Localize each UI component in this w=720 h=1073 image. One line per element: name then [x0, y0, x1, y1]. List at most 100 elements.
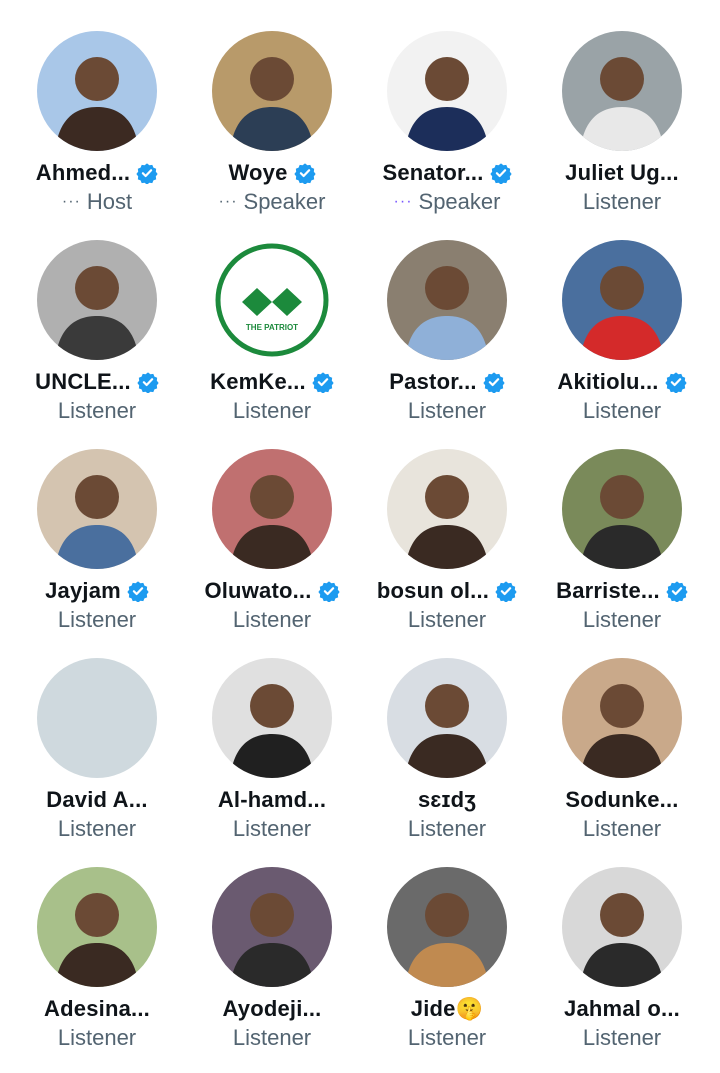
avatar[interactable]	[387, 449, 507, 569]
display-name: bosun ol...	[376, 578, 490, 603]
avatar[interactable]	[387, 658, 507, 778]
participant-role: Host	[86, 189, 133, 214]
avatar[interactable]	[37, 31, 157, 151]
name-row: Oluwato...	[204, 575, 340, 607]
avatar[interactable]	[562, 31, 682, 151]
name-row: Jide🤫	[411, 993, 483, 1025]
participant-role: Listener	[57, 398, 137, 423]
role-row: Listener	[408, 398, 486, 424]
name-row: Barriste...	[556, 575, 688, 607]
participant-tile[interactable]: Woye ··· Speaker	[185, 28, 359, 237]
name-row: Jayjam	[45, 575, 149, 607]
display-name: Ayodeji...	[222, 996, 322, 1021]
participant-role: Speaker	[243, 189, 326, 214]
participant-tile[interactable]: UNCLE... Listener	[10, 237, 184, 446]
participant-tile[interactable]: bosun ol... Listener	[360, 446, 534, 655]
name-row: Sodunke...	[565, 784, 678, 816]
role-row: Listener	[408, 607, 486, 633]
participant-tile[interactable]: Al-hamd... Listener	[185, 655, 359, 864]
participant-role: Listener	[232, 398, 312, 423]
participant-tile[interactable]: Jayjam Listener	[10, 446, 184, 655]
avatar[interactable]	[37, 658, 157, 778]
role-row: Listener	[58, 816, 136, 842]
avatar[interactable]	[562, 867, 682, 987]
verified-badge-icon	[666, 580, 688, 602]
participant-tile[interactable]: Sodunke... Listener	[535, 655, 709, 864]
display-name: Jide🤫	[410, 996, 484, 1021]
name-row: Ahmed...	[36, 157, 159, 189]
verified-badge-icon	[495, 580, 517, 602]
participant-role: Listener	[407, 816, 487, 841]
avatar[interactable]	[387, 867, 507, 987]
avatar[interactable]	[37, 867, 157, 987]
display-name: Al-hamd...	[217, 787, 327, 812]
avatar-photo	[405, 57, 489, 151]
speaking-indicator-icon: ···	[61, 193, 81, 210]
avatar[interactable]	[562, 449, 682, 569]
participant-tile[interactable]: Ahmed... ··· Host	[10, 28, 184, 237]
avatar[interactable]	[562, 240, 682, 360]
avatar-photo	[230, 57, 314, 151]
participant-tile[interactable]: David A... Listener	[10, 655, 184, 864]
role-row: ··· Host	[62, 189, 132, 215]
role-row: Listener	[583, 816, 661, 842]
participant-tile[interactable]: Adesina... Listener	[10, 864, 184, 1073]
participant-tile[interactable]: Jide🤫 Listener	[360, 864, 534, 1073]
participant-tile[interactable]: Akitiolu... Listener	[535, 237, 709, 446]
participant-tile[interactable]: Oluwato... Listener	[185, 446, 359, 655]
participant-tile[interactable]: Senator... ··· Speaker	[360, 28, 534, 237]
role-row: ··· Speaker	[219, 189, 326, 215]
avatar-photo	[55, 893, 139, 987]
participants-grid: Ahmed... ··· Host Woye ··· Speaker Senator... ·…	[0, 28, 720, 1073]
participant-tile[interactable]: sɛɪdʒ Listener	[360, 655, 534, 864]
display-name: Pastor...	[389, 369, 477, 394]
participant-role: Listener	[57, 607, 137, 632]
role-row: Listener	[58, 607, 136, 633]
participant-tile[interactable]: Pastor... Listener	[360, 237, 534, 446]
participant-tile[interactable]: THE PATRIOT KemKe... Listener	[185, 237, 359, 446]
participant-role: Listener	[582, 816, 662, 841]
name-row: Woye	[228, 157, 316, 189]
avatar-photo	[580, 266, 664, 360]
role-row: Listener	[58, 398, 136, 424]
participant-tile[interactable]: Juliet Ug... Listener	[535, 28, 709, 237]
avatar[interactable]: THE PATRIOT	[212, 240, 332, 360]
participant-tile[interactable]: Ayodeji... Listener	[185, 864, 359, 1073]
role-row: Listener	[233, 607, 311, 633]
name-row: UNCLE...	[35, 366, 159, 398]
verified-badge-icon	[312, 371, 334, 393]
avatar-photo	[405, 684, 489, 778]
avatar-photo	[55, 475, 139, 569]
display-name: KemKe...	[210, 369, 306, 394]
verified-badge-icon	[293, 162, 316, 184]
participant-role: Listener	[57, 1025, 137, 1050]
avatar[interactable]	[212, 658, 332, 778]
avatar[interactable]	[37, 240, 157, 360]
participant-role: Listener	[232, 607, 312, 632]
display-name: David A...	[46, 787, 148, 812]
avatar[interactable]	[387, 31, 507, 151]
participant-tile[interactable]: Barriste... Listener	[535, 446, 709, 655]
display-name: Oluwato...	[204, 578, 312, 603]
name-row: Al-hamd...	[218, 784, 326, 816]
role-row: Listener	[233, 816, 311, 842]
avatar-photo: THE PATRIOT	[215, 243, 329, 357]
avatar[interactable]	[212, 449, 332, 569]
name-row: Juliet Ug...	[565, 157, 679, 189]
participant-tile[interactable]: Jahmal o... Listener	[535, 864, 709, 1073]
avatar-photo	[580, 57, 664, 151]
participant-role: Listener	[232, 1025, 312, 1050]
verified-badge-icon	[483, 371, 505, 393]
avatar[interactable]	[212, 867, 332, 987]
participant-role: Listener	[582, 398, 662, 423]
speaking-indicator-icon: ···	[393, 193, 413, 210]
role-row: Listener	[408, 816, 486, 842]
avatar[interactable]	[562, 658, 682, 778]
display-name: Woye	[228, 160, 288, 185]
avatar[interactable]	[37, 449, 157, 569]
participant-role: Listener	[582, 1025, 662, 1050]
avatar[interactable]	[212, 31, 332, 151]
avatar[interactable]	[387, 240, 507, 360]
name-row: Akitiolu...	[557, 366, 687, 398]
verified-badge-icon	[136, 162, 158, 184]
